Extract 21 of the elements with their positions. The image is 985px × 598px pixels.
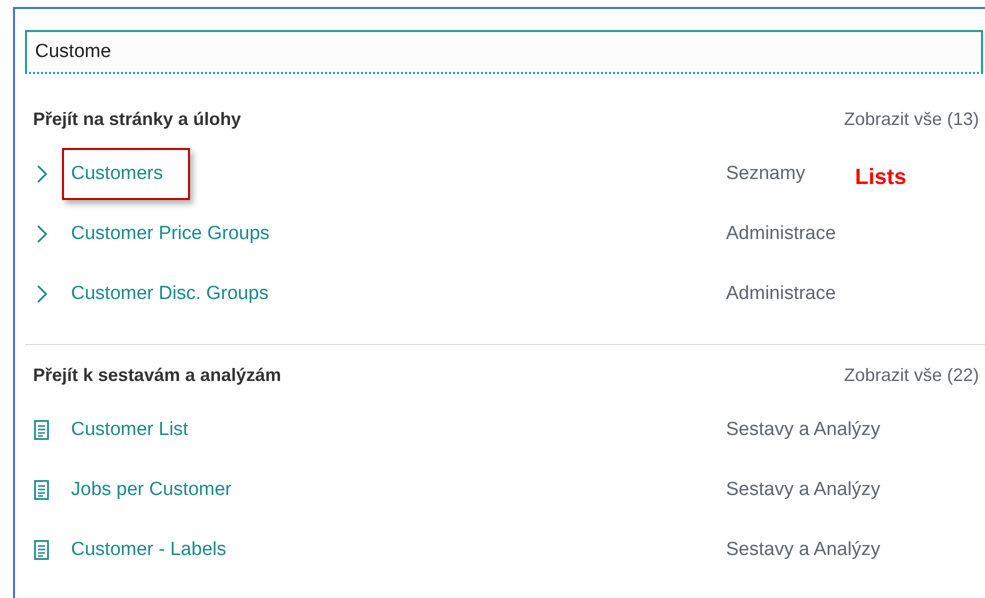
show-all-link[interactable]: Zobrazit vše (13) [844,108,979,130]
category-label: Seznamy [726,163,806,185]
result-link[interactable]: Customers [71,163,163,185]
section-title: Přejít k sestavám a analýzám [33,364,282,386]
result-link[interactable]: Customer List [71,419,188,441]
category-label: Sestavy a Analýzy [726,419,880,441]
result-link[interactable]: Customer Price Groups [71,223,270,245]
section-title: Přejít na stránky a úlohy [33,108,242,130]
result-link[interactable]: Customer - Labels [71,539,226,561]
search-field[interactable]: Custome [25,30,983,74]
category-label: Sestavy a Analýzy [726,539,880,561]
document-icon [33,479,50,501]
document-icon [33,419,50,441]
result-link[interactable]: Jobs per Customer [71,479,232,501]
result-link[interactable]: Customer Disc. Groups [71,283,268,305]
category-label: Administrace [726,283,837,305]
category-label: Sestavy a Analýzy [726,479,880,501]
show-all-link[interactable]: Zobrazit vše (22) [844,364,979,386]
annotation-label: Lists [855,163,906,190]
document-icon [33,539,50,561]
category-label: Administrace [726,223,837,245]
